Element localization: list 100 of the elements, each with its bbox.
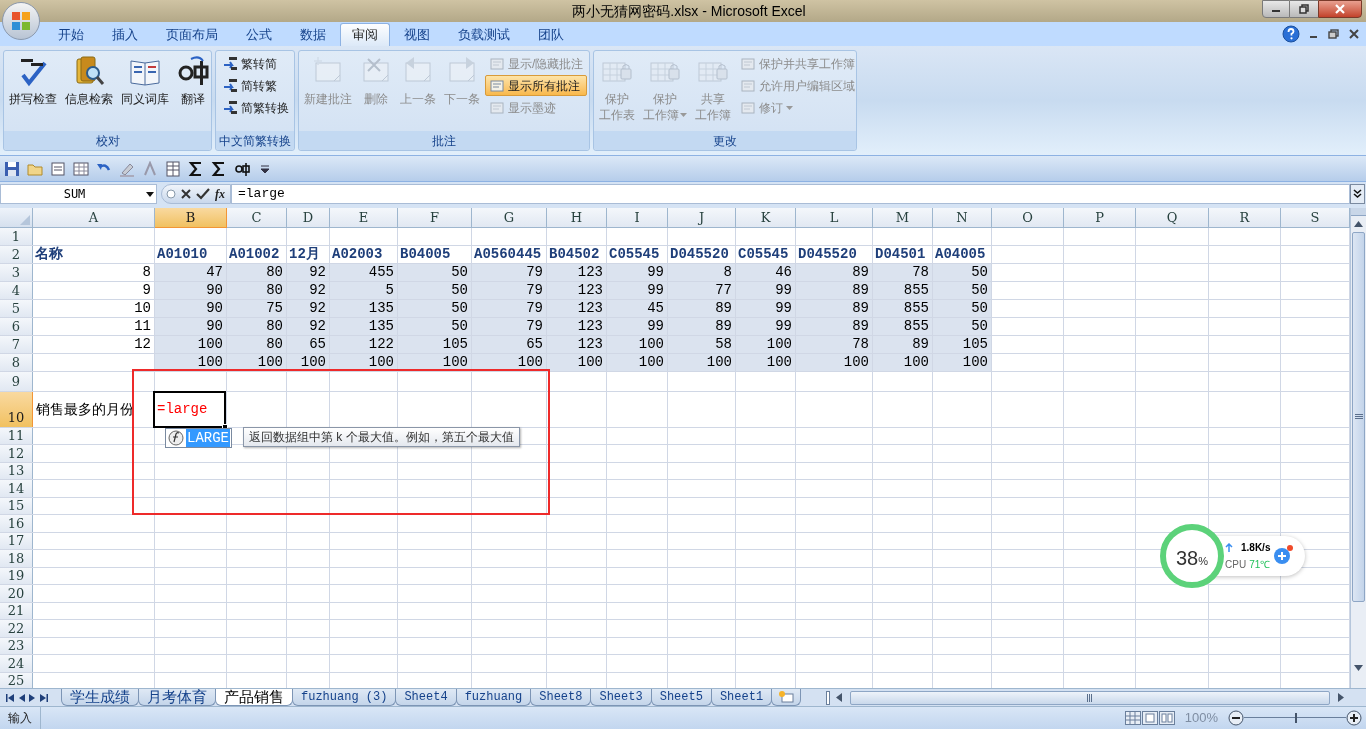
column-header[interactable]: I	[607, 208, 668, 228]
row-header[interactable]: 18	[0, 550, 33, 567]
sheet-tab[interactable]: Sheet3	[590, 689, 652, 706]
help-icon[interactable]	[1282, 25, 1300, 43]
ribbon-tab[interactable]: 页面布局	[152, 23, 232, 46]
cancel-icon[interactable]	[180, 188, 192, 200]
sheet-tab[interactable]: Sheet8	[530, 689, 592, 706]
zoom-out-icon[interactable]	[1228, 710, 1244, 726]
column-header[interactable]: M	[873, 208, 933, 228]
ribbon-button[interactable]: 简繁转换	[218, 97, 293, 118]
previous-sheet-icon[interactable]	[18, 693, 25, 702]
row-header[interactable]: 16	[0, 515, 33, 532]
column-header[interactable]: R	[1209, 208, 1281, 228]
row-header[interactable]: 1	[0, 228, 33, 245]
minimize-button[interactable]	[1262, 0, 1290, 18]
sum-icon[interactable]	[211, 160, 227, 177]
column-header[interactable]: C	[227, 208, 287, 228]
scroll-down-icon[interactable]	[1354, 665, 1363, 671]
name-box[interactable]: SUM	[0, 184, 157, 204]
insert-function-button[interactable]: fx	[214, 185, 226, 203]
ribbon-button[interactable]: 翻译	[174, 53, 212, 107]
ribbon-button[interactable]: 信息检索	[62, 53, 116, 107]
restore-button[interactable]	[1290, 0, 1318, 18]
ribbon-button[interactable]: 拼写检查	[6, 53, 60, 107]
active-cell[interactable]: =large	[153, 391, 226, 428]
row-header[interactable]: 6	[0, 318, 33, 335]
row-header[interactable]: 11	[0, 428, 33, 444]
expand-formula-button[interactable]	[1350, 184, 1365, 204]
scroll-thumb[interactable]	[850, 690, 1330, 705]
column-header[interactable]: E	[330, 208, 398, 228]
normal-view-icon[interactable]	[1124, 711, 1141, 725]
sheet-tab[interactable]: Sheet4	[395, 689, 457, 706]
sheet-tab[interactable]: fuzhuang	[455, 689, 532, 706]
row-header[interactable]: 10	[0, 392, 33, 427]
enter-checkmark-icon[interactable]	[196, 188, 210, 200]
column-header[interactable]: S	[1281, 208, 1350, 228]
add-button[interactable]	[1274, 548, 1291, 564]
page-break-icon[interactable]	[1158, 711, 1175, 725]
scroll-thumb[interactable]	[1352, 232, 1365, 602]
ribbon-tab[interactable]: 团队	[524, 23, 578, 46]
sheet-tab[interactable]: Sheet5	[650, 689, 712, 706]
column-header[interactable]: O	[992, 208, 1064, 228]
column-header[interactable]: L	[796, 208, 873, 228]
formula-input[interactable]: =large	[231, 184, 1350, 204]
insert-sheet-button[interactable]	[771, 689, 802, 706]
column-header[interactable]: B	[155, 208, 227, 228]
close-icon[interactable]	[1348, 28, 1360, 40]
save-icon[interactable]	[4, 160, 20, 177]
row-header[interactable]: 5	[0, 300, 33, 317]
column-header[interactable]: P	[1064, 208, 1136, 228]
page-layout-icon[interactable]	[1141, 711, 1158, 725]
column-header[interactable]: A	[33, 208, 155, 228]
sheet-tab[interactable]: fuzhuang (3)	[292, 689, 397, 706]
row-header[interactable]: 24	[0, 655, 33, 672]
ribbon-button[interactable]: 简转繁	[218, 75, 293, 96]
ribbon-tab[interactable]: 视图	[390, 23, 444, 46]
sheet-tab[interactable]: 产品销售	[215, 689, 293, 706]
column-header[interactable]: F	[398, 208, 472, 228]
zoom-in-icon[interactable]	[1346, 710, 1362, 726]
sheet-tab[interactable]: 学生成绩	[61, 689, 139, 706]
sum-icon[interactable]	[188, 160, 204, 177]
ribbon-tab[interactable]: 数据	[286, 23, 340, 46]
column-header[interactable]: Q	[1136, 208, 1209, 228]
print-preview-icon[interactable]	[50, 160, 66, 177]
translate-icon[interactable]	[234, 160, 250, 177]
row-header[interactable]: 4	[0, 282, 33, 299]
first-sheet-icon[interactable]	[6, 693, 14, 702]
column-header[interactable]: D	[287, 208, 330, 228]
last-sheet-icon[interactable]	[40, 693, 48, 702]
row-header[interactable]: 22	[0, 620, 33, 637]
ribbon-button[interactable]: 显示所有批注	[485, 75, 588, 96]
vertical-scrollbar[interactable]	[1350, 208, 1366, 688]
restore-icon[interactable]	[1328, 28, 1340, 40]
column-header[interactable]: G	[472, 208, 547, 228]
ribbon-tab[interactable]: 插入	[98, 23, 152, 46]
table-icon[interactable]	[73, 160, 89, 177]
row-header[interactable]: 20	[0, 585, 33, 602]
scroll-left-icon[interactable]	[836, 693, 844, 702]
ribbon-tab[interactable]: 公式	[232, 23, 286, 46]
row-header[interactable]: 8	[0, 354, 33, 371]
scroll-up-icon[interactable]	[1354, 221, 1363, 227]
sheet-tab[interactable]: 月考体育	[138, 689, 216, 706]
close-button[interactable]	[1318, 0, 1362, 18]
scroll-right-icon[interactable]	[1336, 693, 1344, 702]
ribbon-tab[interactable]: 审阅	[340, 23, 390, 46]
column-header[interactable]: J	[668, 208, 736, 228]
columns-icon[interactable]	[165, 160, 181, 177]
row-header[interactable]: 14	[0, 480, 33, 497]
column-header[interactable]: K	[736, 208, 796, 228]
row-header[interactable]: 9	[0, 372, 33, 391]
sheet-tab[interactable]: Sheet1	[710, 689, 773, 706]
ribbon-button[interactable]: 繁转简	[218, 53, 293, 74]
next-sheet-icon[interactable]	[29, 693, 36, 702]
ribbon-button[interactable]: 同义词库	[118, 53, 172, 107]
zoom-slider[interactable]	[1244, 713, 1346, 723]
row-header[interactable]: 7	[0, 336, 33, 353]
column-header[interactable]: H	[547, 208, 607, 228]
row-header[interactable]: 3	[0, 264, 33, 281]
row-header[interactable]: 2	[0, 246, 33, 263]
ribbon-tab[interactable]: 负载测试	[444, 23, 524, 46]
